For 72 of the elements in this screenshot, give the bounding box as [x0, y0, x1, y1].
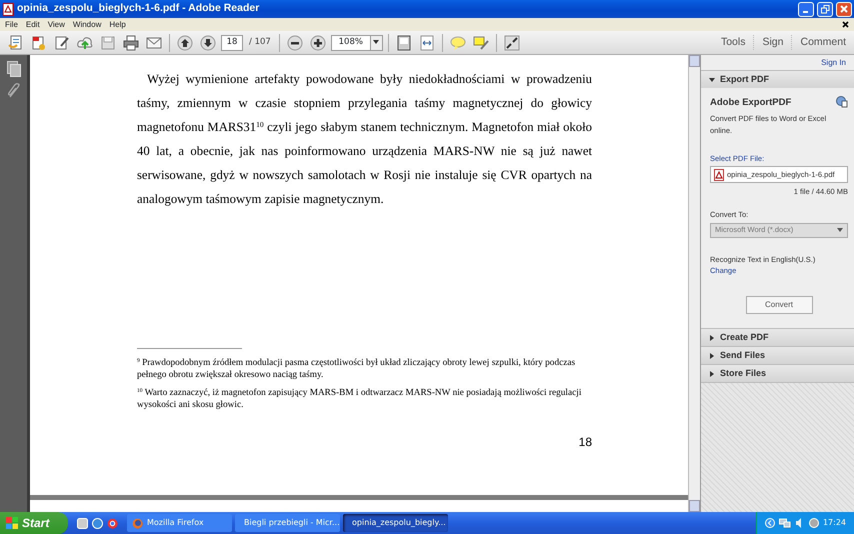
- toolbar-tab[interactable]: Comment: [791, 34, 854, 50]
- arrow-down-button[interactable]: [198, 32, 218, 52]
- highlight-icon: [472, 34, 489, 50]
- caret-icon: [837, 228, 843, 232]
- zoom-in-icon: [310, 34, 326, 50]
- arrow-up-button[interactable]: [175, 32, 195, 52]
- restore-button[interactable]: [817, 2, 833, 16]
- collapsed-triangle-icon: [709, 334, 715, 340]
- globe-document-icon: [836, 96, 848, 108]
- expand-button[interactable]: [502, 32, 522, 52]
- zoom-in-button[interactable]: [308, 32, 328, 52]
- expand-icon: [504, 34, 520, 50]
- zoom-out-button[interactable]: [284, 32, 305, 52]
- panel-header[interactable]: Send Files: [701, 346, 854, 364]
- fit-page-icon: [396, 34, 412, 50]
- comment-icon: [450, 34, 466, 50]
- print-icon: [123, 34, 139, 50]
- menu-item[interactable]: Help: [109, 18, 126, 30]
- zoom-out-icon: [286, 34, 303, 50]
- collapsed-triangle-icon: [709, 352, 715, 358]
- restore-icon: [820, 4, 830, 14]
- toolbar-tab[interactable]: Tools: [712, 34, 754, 50]
- taskbar-button[interactable]: opinia_zespolu_biegly...: [343, 514, 448, 532]
- collapsed-triangle-icon: [709, 370, 715, 376]
- paperclip-icon[interactable]: [6, 83, 20, 99]
- page-total: / 107: [249, 36, 271, 49]
- menu-item[interactable]: View: [48, 18, 65, 30]
- footnote: $^{10}$ Warto zaznaczyć, iż magnetofon zapisujący MARS-BM i odtwarzacz MARS-NW nie posiadają możliwości regulacji wysokości ani skosu głowic.: [137, 387, 582, 411]
- arrow-down-icon: [200, 34, 216, 50]
- network-icon[interactable]: [778, 518, 791, 528]
- clock: 17:24: [822, 517, 846, 529]
- pdf-file-icon: [714, 168, 724, 180]
- email-icon: [146, 34, 162, 50]
- panel-header[interactable]: Export PDF: [701, 70, 854, 88]
- minimize-button[interactable]: [798, 2, 814, 16]
- edit-icon: [54, 34, 70, 50]
- toolbar-tab[interactable]: Sign: [753, 34, 792, 50]
- pages-icon[interactable]: [6, 61, 20, 77]
- panel-header[interactable]: Store Files: [701, 364, 854, 382]
- close-icon: [840, 5, 848, 13]
- caret-icon: [373, 40, 380, 44]
- menu-item[interactable]: File: [5, 18, 18, 30]
- windows-logo-icon: [6, 517, 18, 529]
- pdf-file-icon: [2, 2, 14, 16]
- body-paragraph: Wyżej wymienione artefakty powodowane były niedokładnościami w prowadzeniu taśmy, zmiennym w czasie stopniem przylegania taśmy magnetycznej do głowicy magnetofonu MARS31$^{10}$ czyli jego słabym stanem technicznym. Magnetofon miał około 40 lat, a obecnie, jak nas poinformowano urządzenia MARS-NW nie są już nawet serwisowane, gdyż w nowszych samolotach w Rosji nie instaluje się CVR opartych na analogowym taśmowym zapisie magnetycznym.: [137, 71, 592, 208]
- footnote: $^{9}$ Prawdopodobnym źródłem modulacji pasma częstotliwości był układ zliczający obroty lewej szpulki, który podczas pełnego obrotu zwiększał okresowo naciąg taśmy.: [137, 357, 576, 381]
- fit-width-icon: [418, 34, 435, 50]
- upload-icon: [77, 34, 93, 50]
- zoom-field[interactable]: 108%: [330, 34, 383, 50]
- panel-header[interactable]: Create PDF: [701, 328, 854, 346]
- page-number: 18: [578, 434, 592, 451]
- save-icon: [100, 34, 116, 50]
- convert-button[interactable]: Convert: [746, 296, 812, 314]
- taskbar-button[interactable]: Biegli przebiegli - Micr...: [235, 514, 340, 532]
- panel-heading: Adobe ExportPDF: [710, 96, 792, 110]
- create-icon: [8, 34, 24, 50]
- scrollbar[interactable]: [688, 55, 700, 512]
- menu-item[interactable]: Edit: [26, 18, 40, 30]
- app-icon: [132, 518, 143, 528]
- print-button[interactable]: [121, 32, 141, 52]
- close-icon[interactable]: [842, 20, 850, 28]
- sign-in-link[interactable]: Sign In: [701, 55, 854, 70]
- taskbar-button[interactable]: Mozilla Firefox: [127, 514, 232, 532]
- document-export-icon: [31, 34, 47, 50]
- expanded-triangle-icon: [709, 76, 715, 82]
- arrow-up-icon: [177, 34, 193, 50]
- close-button[interactable]: [836, 2, 852, 16]
- start-button[interactable]: Start: [0, 512, 68, 534]
- window-title: opinia_zespolu_bieglych-1-6.pdf - Adobe Reader: [17, 1, 260, 16]
- menu-item[interactable]: Window: [72, 18, 102, 30]
- chevron-icon[interactable]: [764, 518, 775, 528]
- page-number-field[interactable]: 18: [221, 34, 243, 50]
